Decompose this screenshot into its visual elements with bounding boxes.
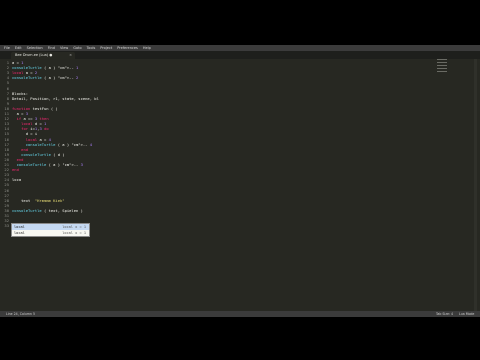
- autocomplete-label: local: [14, 225, 25, 229]
- close-icon[interactable]: ×: [69, 52, 72, 59]
- line-number: 33: [4, 223, 9, 229]
- status-position: Line 24, Column 5: [6, 312, 35, 316]
- editor-window: File Edit Selection Find View Goto Tools Projec…: [0, 45, 480, 317]
- scrollbar[interactable]: [474, 59, 477, 311]
- autocomplete-popup[interactable]: local local x = 1 local local x = 1: [11, 223, 90, 237]
- minimap-line: [437, 68, 447, 69]
- tab-bar: Bee Drum.ee (Lua) ● ×: [0, 51, 480, 59]
- status-tab-size[interactable]: Tab Size: 4: [436, 311, 453, 317]
- tab-file[interactable]: Bee Drum.ee (Lua) ● ×: [11, 52, 75, 59]
- minimap-line: [437, 59, 447, 60]
- minimap[interactable]: [437, 59, 447, 83]
- code-editor[interactable]: 1a = 1 2 consoleTurtle ( a ) "cm">-- 1 3 loc…: [0, 59, 480, 311]
- tab-title: Bee Drum.ee (Lua) ●: [15, 53, 53, 57]
- status-bar: Line 24, Column 5 Tab Size: 4 Lua Mode: [0, 311, 480, 317]
- status-syntax[interactable]: Lua Mode: [459, 311, 474, 317]
- autocomplete-hint: local x = 1: [62, 231, 86, 235]
- autocomplete-label: local: [14, 231, 25, 235]
- minimap-line: [437, 71, 447, 72]
- minimap-line: [437, 65, 447, 66]
- autocomplete-item[interactable]: local local x = 1: [12, 230, 89, 236]
- minimap-line: [437, 62, 447, 63]
